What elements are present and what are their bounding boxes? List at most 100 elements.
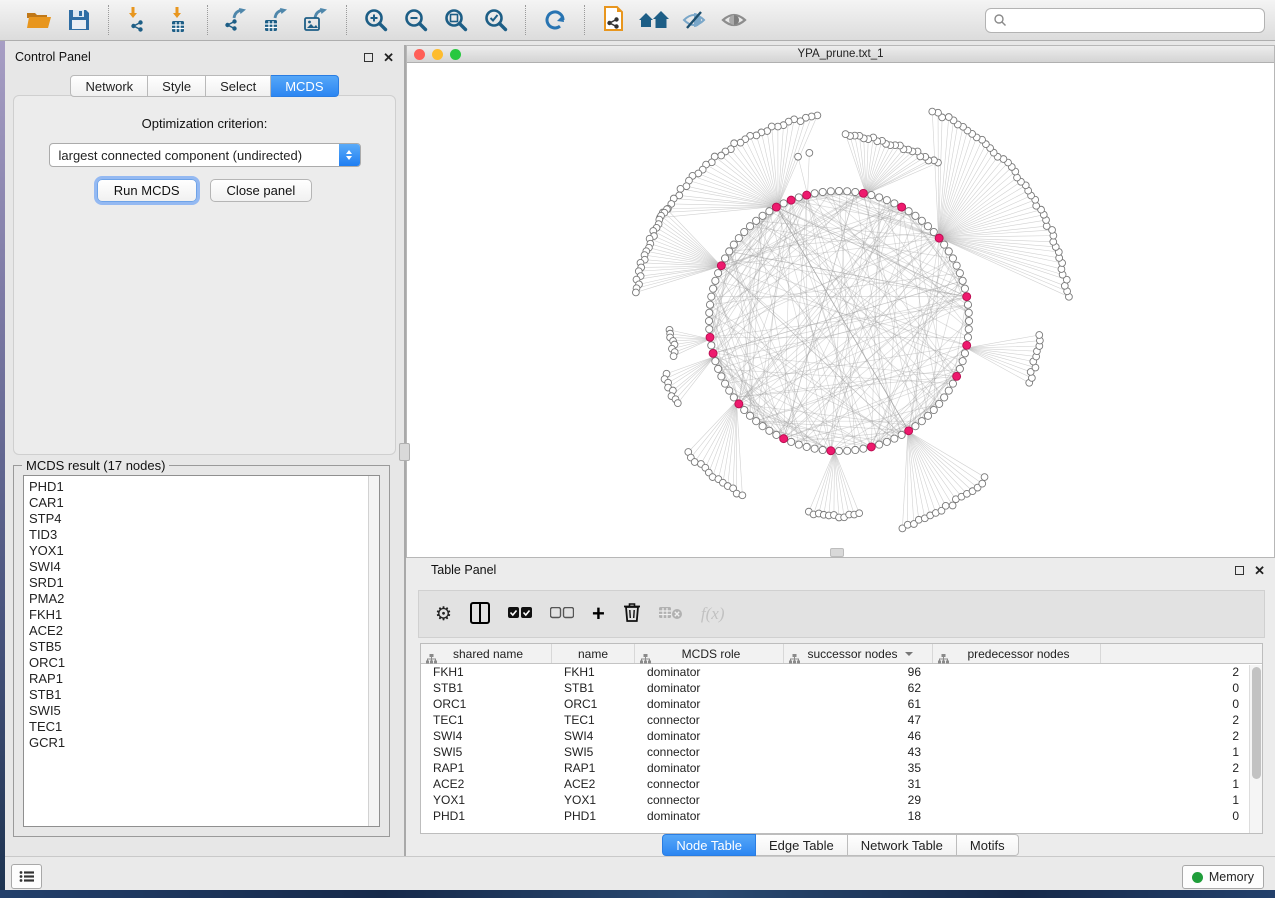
- mcds-result-item[interactable]: GCR1: [29, 735, 379, 751]
- network-graph-canvas[interactable]: [407, 63, 1274, 557]
- refresh-button[interactable]: [538, 5, 572, 35]
- mcds-result-list[interactable]: PHD1CAR1STP4TID3YOX1SWI4SRD1PMA2FKH1ACE2…: [23, 475, 380, 827]
- tab-network-table[interactable]: Network Table: [848, 834, 957, 856]
- column-header-predecessor-nodes[interactable]: predecessor nodes: [933, 644, 1101, 663]
- table-row[interactable]: ORC1ORC1dominator610: [421, 696, 1262, 712]
- zoom-fit-button[interactable]: [439, 5, 473, 35]
- vertical-splitter-handle[interactable]: [399, 443, 410, 461]
- mcds-result-item[interactable]: TEC1: [29, 719, 379, 735]
- cell-MCDS-role: dominator: [635, 729, 784, 743]
- zoom-selected-icon: [483, 7, 509, 33]
- node-table[interactable]: shared namenameMCDS rolesuccessor nodesp…: [420, 643, 1263, 834]
- network-home-button[interactable]: [637, 5, 671, 35]
- results-panel-button[interactable]: [11, 864, 42, 889]
- zoom-in-button[interactable]: [359, 5, 393, 35]
- mcds-list-scrollbar[interactable]: [368, 476, 379, 826]
- tab-style[interactable]: Style: [148, 75, 206, 97]
- table-row[interactable]: RAP1RAP1dominator352: [421, 760, 1262, 776]
- export-table-button[interactable]: [260, 5, 294, 35]
- import-network-button[interactable]: [121, 5, 155, 35]
- cell-predecessor-nodes: 0: [933, 809, 1251, 823]
- table-row[interactable]: SWI4SWI4dominator462: [421, 728, 1262, 744]
- column-header-successor-nodes[interactable]: successor nodes: [784, 644, 933, 663]
- tab-mcds[interactable]: MCDS: [271, 75, 338, 97]
- search-box[interactable]: [985, 8, 1265, 33]
- import-table-button[interactable]: [161, 5, 195, 35]
- column-layout-button[interactable]: [470, 599, 490, 629]
- add-column-button[interactable]: +: [592, 599, 605, 629]
- mcds-result-item[interactable]: PHD1: [29, 479, 379, 495]
- criterion-dropdown[interactable]: largest connected component (undirected): [49, 143, 361, 167]
- table-row[interactable]: YOX1YOX1connector291: [421, 792, 1262, 808]
- main-toolbar: [0, 0, 1275, 41]
- mcds-result-item[interactable]: STB5: [29, 639, 379, 655]
- cell-shared-name: STB1: [421, 681, 552, 695]
- close-table-panel-icon[interactable]: ✕: [1254, 564, 1265, 577]
- delete-table-button[interactable]: [659, 599, 683, 629]
- float-table-panel-icon[interactable]: [1235, 566, 1244, 575]
- mcds-result-item[interactable]: ORC1: [29, 655, 379, 671]
- mcds-result-item[interactable]: SRD1: [29, 575, 379, 591]
- table-scrollbar[interactable]: [1249, 665, 1262, 833]
- table-row[interactable]: SWI5SWI5connector431: [421, 744, 1262, 760]
- zoom-selected-button[interactable]: [479, 5, 513, 35]
- cell-shared-name: RAP1: [421, 761, 552, 775]
- close-panel-button[interactable]: Close panel: [210, 179, 313, 202]
- delete-table-icon: [659, 606, 683, 623]
- search-input[interactable]: [1007, 13, 1257, 27]
- export-network-button[interactable]: [220, 5, 254, 35]
- cell-predecessor-nodes: 1: [933, 777, 1251, 791]
- tab-motifs[interactable]: Motifs: [957, 834, 1019, 856]
- column-header-shared-name[interactable]: shared name: [421, 644, 552, 663]
- float-panel-icon[interactable]: [364, 53, 373, 62]
- show-graphics-details-button[interactable]: [717, 5, 751, 35]
- mcds-result-item[interactable]: CAR1: [29, 495, 379, 511]
- tab-select[interactable]: Select: [206, 75, 271, 97]
- tab-edge-table[interactable]: Edge Table: [756, 834, 848, 856]
- mcds-result-item[interactable]: ACE2: [29, 623, 379, 639]
- mcds-result-item[interactable]: SWI5: [29, 703, 379, 719]
- function-builder-button[interactable]: f(x): [701, 599, 725, 629]
- zoom-out-button[interactable]: [399, 5, 433, 35]
- hide-graphics-details-button[interactable]: [677, 5, 711, 35]
- mcds-result-item[interactable]: PMA2: [29, 591, 379, 607]
- cell-shared-name: ORC1: [421, 697, 552, 711]
- tab-network[interactable]: Network: [70, 75, 148, 97]
- column-header-MCDS-role[interactable]: MCDS role: [635, 644, 784, 663]
- table-row[interactable]: STB1STB1dominator620: [421, 680, 1262, 696]
- cell-successor-nodes: 35: [784, 761, 933, 775]
- table-row[interactable]: FKH1FKH1dominator962: [421, 664, 1262, 680]
- sort-descending-icon: [905, 652, 913, 656]
- mcds-result-item[interactable]: STB1: [29, 687, 379, 703]
- cell-predecessor-nodes: 2: [933, 761, 1251, 775]
- table-scrollbar-thumb[interactable]: [1252, 667, 1261, 779]
- table-row[interactable]: PHD1PHD1dominator180: [421, 808, 1262, 824]
- save-session-button[interactable]: [62, 5, 96, 35]
- mcds-result-item[interactable]: TID3: [29, 527, 379, 543]
- control-panel-tabs: NetworkStyleSelectMCDS: [5, 75, 404, 97]
- delete-column-button[interactable]: [623, 599, 641, 629]
- column-header-name[interactable]: name: [552, 644, 635, 663]
- mcds-result-item[interactable]: STP4: [29, 511, 379, 527]
- table-row[interactable]: TEC1TEC1connector472: [421, 712, 1262, 728]
- open-file-button[interactable]: [22, 5, 56, 35]
- mcds-result-item[interactable]: YOX1: [29, 543, 379, 559]
- network-window-titlebar[interactable]: YPA_prune.txt_1: [407, 46, 1274, 63]
- deselect-all-button[interactable]: [550, 599, 574, 629]
- select-all-button[interactable]: [508, 599, 532, 629]
- table-row[interactable]: ACE2ACE2connector311: [421, 776, 1262, 792]
- add-column-icon: +: [592, 603, 605, 625]
- cell-predecessor-nodes: 0: [933, 697, 1251, 711]
- run-mcds-button[interactable]: Run MCDS: [97, 179, 197, 202]
- tab-node-table[interactable]: Node Table: [662, 834, 756, 856]
- horizontal-splitter-handle[interactable]: [830, 548, 844, 557]
- mcds-result-item[interactable]: SWI4: [29, 559, 379, 575]
- mcds-result-item[interactable]: FKH1: [29, 607, 379, 623]
- memory-button[interactable]: Memory: [1182, 865, 1264, 889]
- close-panel-icon[interactable]: ✕: [383, 51, 394, 64]
- share-document-icon: [601, 6, 627, 34]
- mcds-result-item[interactable]: RAP1: [29, 671, 379, 687]
- settings-gear-button[interactable]: ⚙: [435, 599, 452, 629]
- export-image-button[interactable]: [300, 5, 334, 35]
- share-document-button[interactable]: [597, 5, 631, 35]
